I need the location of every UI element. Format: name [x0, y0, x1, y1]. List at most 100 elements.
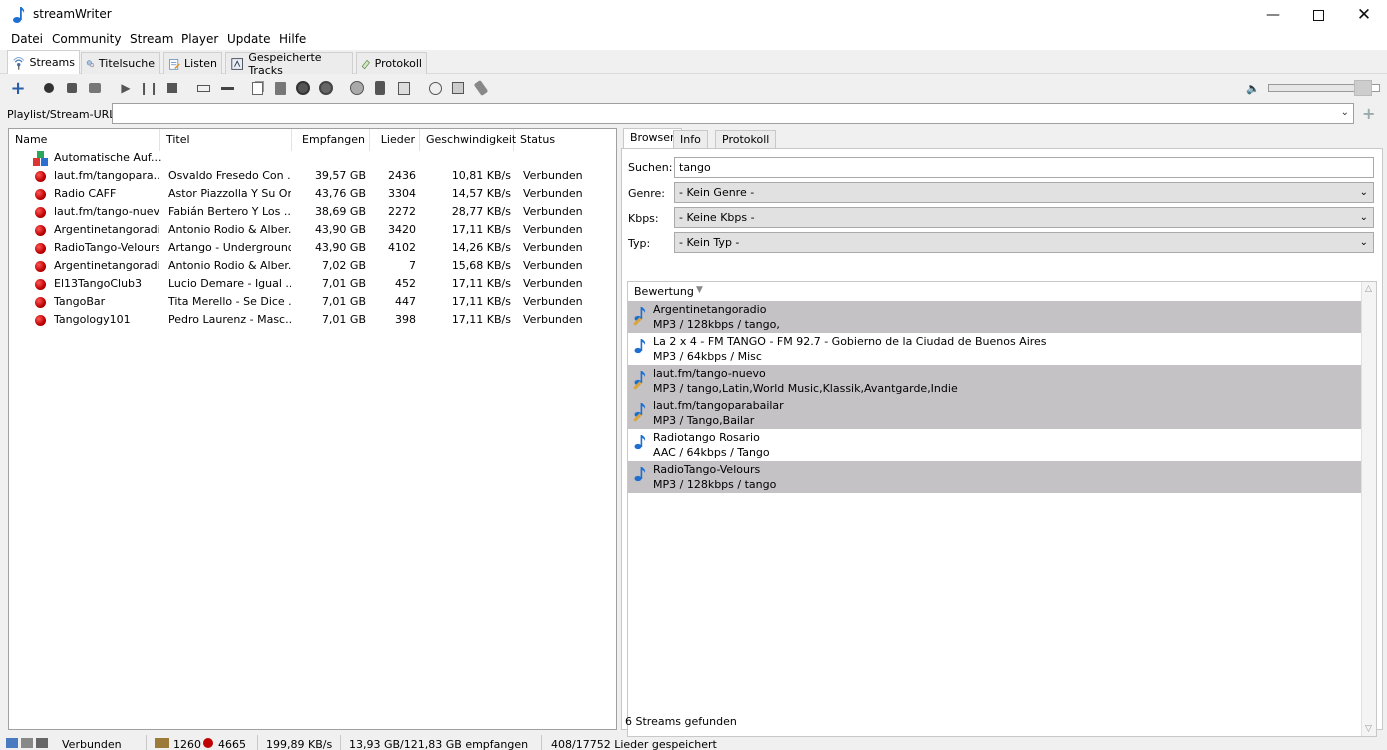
menu-community[interactable]: Community — [52, 32, 121, 46]
stream-row[interactable]: Tangology101 Pedro Laurenz - Masc... 7,01 … — [9, 311, 616, 329]
typ-label: Typ: — [628, 237, 651, 250]
typ-select[interactable]: - Kein Typ - ⌄ — [674, 232, 1374, 253]
tab-protokoll[interactable]: Protokoll — [356, 52, 427, 74]
result-item[interactable]: Argentinetangoradio MP3 / 128kbps / tango… — [628, 301, 1361, 333]
tab-label: Listen — [184, 57, 217, 70]
toolbar: + ▶ ❙❙ 🔈 — [0, 75, 1387, 101]
stream-status: Verbunden — [523, 187, 583, 200]
volume-slider[interactable] — [1268, 80, 1380, 96]
result-item[interactable]: laut.fm/tangoparabailar MP3 / Tango,Baila… — [628, 397, 1361, 429]
trash-icon — [274, 81, 286, 95]
maximize-button[interactable] — [1295, 0, 1341, 30]
genre-select[interactable]: - Kein Genre - ⌄ — [674, 182, 1374, 203]
stream-songs: 398 — [395, 313, 416, 326]
result-name: laut.fm/tangoparabailar — [653, 399, 784, 412]
kbps-select[interactable]: - Keine Kbps - ⌄ — [674, 207, 1374, 228]
radio-waves-icon — [13, 56, 25, 70]
add-url-button[interactable]: + — [1362, 104, 1375, 123]
stream-received: 43,90 GB — [314, 223, 366, 236]
stop-record-icon — [67, 83, 77, 93]
col-geschwindigkeit[interactable]: Geschwindigkeit — [420, 129, 516, 151]
status-count-b: 4665 — [218, 738, 246, 750]
tab-streams[interactable]: Streams — [7, 50, 80, 74]
result-item[interactable]: laut.fm/tango-nuevo MP3 / tango,Latin,Wor… — [628, 365, 1361, 397]
menu-update[interactable]: Update — [227, 32, 270, 46]
status-speed: 199,89 KB/s — [266, 738, 333, 750]
stop-record-button[interactable] — [64, 80, 80, 96]
stream-row[interactable]: RadioTango-Velours Artango - Underground 4… — [9, 239, 616, 257]
results-scrollbar[interactable]: △ ▽ — [1361, 282, 1376, 736]
stream-songs: 4102 — [388, 241, 416, 254]
result-item[interactable]: La 2 x 4 - FM TANGO - FM 92.7 - Gobierno… — [628, 333, 1361, 365]
remove-button[interactable] — [219, 80, 235, 96]
sort-header[interactable]: Bewertung ▼ — [628, 282, 1361, 301]
stream-title: Lucio Demare - Igual ... — [168, 277, 291, 290]
result-info: MP3 / 128kbps / tango, — [653, 318, 780, 331]
plus-icon: + — [1362, 104, 1376, 123]
block-button[interactable] — [295, 80, 311, 96]
log-icon — [361, 59, 370, 69]
menu-hilfe[interactable]: Hilfe — [279, 32, 306, 46]
add-stream-button[interactable]: + — [10, 78, 26, 99]
timer-button[interactable] — [427, 80, 443, 96]
stream-row[interactable]: Argentinetangoradio Antonio Rodio & Alber… — [9, 221, 616, 239]
result-name: La 2 x 4 - FM TANGO - FM 92.7 - Gobierno… — [653, 335, 1047, 348]
stream-row[interactable]: laut.fm/tango-nuevo Fabián Bertero Y Los … — [9, 203, 616, 221]
play-button[interactable]: ▶ — [118, 80, 134, 96]
stream-list[interactable]: Name Titel Empfangen Lieder Geschwindigk… — [8, 128, 617, 730]
url-input[interactable]: ⌄ — [112, 103, 1354, 124]
col-lieder[interactable]: Lieder — [370, 129, 420, 151]
stream-status: Verbunden — [523, 259, 583, 272]
rename-button[interactable] — [195, 80, 211, 96]
stream-speed: 28,77 KB/s — [451, 205, 511, 218]
stream-row[interactable]: TangoBar Tita Merello - Se Dice ... 7,01 G… — [9, 293, 616, 311]
result-item[interactable]: Radiotango Rosario AAC / 64kbps / Tango — [628, 429, 1361, 461]
stream-songs: 452 — [395, 277, 416, 290]
results-list[interactable]: Bewertung ▼ △ ▽ Argentinetangoradio MP3 /… — [627, 281, 1377, 737]
tab-listen[interactable]: Listen — [163, 52, 222, 74]
stream-row[interactable]: laut.fm/tangopara... Osvaldo Fresedo Con … — [9, 167, 616, 185]
stream-row[interactable]: Radio CAFF Astor Piazzolla Y Su Or... 43,7… — [9, 185, 616, 203]
col-name[interactable]: Name — [9, 129, 160, 151]
find-button[interactable] — [450, 80, 466, 96]
menu-datei[interactable]: Datei — [11, 32, 43, 46]
stream-row[interactable]: Argentinetangoradio Antonio Rodio & Alber… — [9, 257, 616, 275]
scroll-down-icon[interactable]: ▽ — [1365, 724, 1372, 734]
volume-thumb[interactable] — [1354, 80, 1373, 96]
stop-button[interactable] — [164, 80, 180, 96]
tab-titelsuche[interactable]: Titelsuche — [81, 52, 160, 74]
clients-icon — [155, 738, 169, 748]
sort-down-icon: ▼ — [696, 285, 703, 295]
stream-row[interactable]: El13TangoClub3 Lucio Demare - Igual ... 7,… — [9, 275, 616, 293]
stats-button[interactable] — [318, 80, 334, 96]
menu-player[interactable]: Player — [181, 32, 218, 46]
result-item[interactable]: RadioTango-Velours MP3 / 128kbps / tango — [628, 461, 1361, 493]
result-info: MP3 / 64kbps / Misc — [653, 350, 762, 363]
menu-stream[interactable]: Stream — [130, 32, 173, 46]
magnifier-icon — [452, 82, 464, 94]
tab-gespeicherte-tracks[interactable]: Gespeicherte Tracks — [225, 51, 353, 77]
main-tabs: Streams Titelsuche Listen Gespeicherte T… — [0, 50, 1387, 77]
minimize-button[interactable]: — — [1250, 0, 1296, 30]
speaker-button[interactable] — [372, 80, 388, 96]
chevron-down-icon: ⌄ — [1359, 212, 1368, 223]
schedule-button[interactable] — [349, 80, 365, 96]
chevron-down-icon[interactable]: ⌄ — [1341, 107, 1349, 118]
close-button[interactable]: ✕ — [1341, 0, 1387, 30]
export-button[interactable] — [396, 80, 412, 96]
col-titel[interactable]: Titel — [160, 129, 292, 151]
cleanup-button[interactable] — [473, 79, 489, 97]
tab-info[interactable]: Info — [673, 130, 708, 149]
col-status[interactable]: Status — [514, 129, 616, 151]
trash-button[interactable] — [272, 80, 288, 96]
search-input[interactable]: tango — [674, 157, 1374, 178]
scroll-up-icon[interactable]: △ — [1365, 284, 1372, 294]
url-label: Playlist/Stream-URL: — [7, 108, 120, 121]
col-empfangen[interactable]: Empfangen — [292, 129, 370, 151]
tab-browser-protokoll[interactable]: Protokoll — [715, 130, 777, 149]
record-settings-button[interactable] — [87, 80, 103, 96]
auto-record-row[interactable]: Automatische Auf... — [9, 149, 616, 167]
record-button[interactable] — [41, 80, 57, 96]
copy-button[interactable] — [249, 80, 265, 96]
pause-button[interactable]: ❙❙ — [139, 80, 159, 96]
